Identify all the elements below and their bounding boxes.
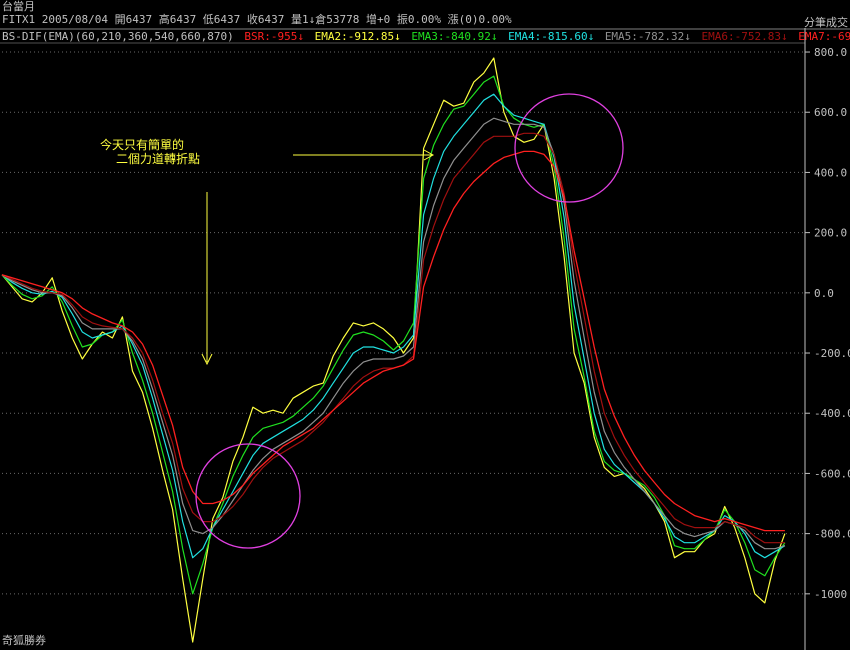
annotation-text: 今天只有簡單的 — [100, 137, 184, 152]
window-title: 台當月 — [2, 0, 35, 13]
brand-footer: 奇狐勝券 — [2, 634, 46, 647]
y-tick-label: -800.0 — [814, 528, 850, 541]
legend-ema7: EMA7:-693.34↓ — [798, 30, 850, 43]
y-tick-label: 400.0 — [814, 166, 847, 179]
turning-point-circle — [195, 443, 301, 549]
legend-ema4: EMA4:-815.60↓ — [508, 30, 595, 43]
ema5-line — [1, 117, 786, 550]
y-tick-label: -200.0 — [814, 347, 850, 360]
y-tick-label: -400.0 — [814, 407, 850, 420]
tick-detail-label[interactable]: 分筆成交 — [804, 14, 848, 30]
y-tick-label: 0.0 — [814, 287, 834, 300]
legend-ema3: EMA3:-840.92↓ — [411, 30, 498, 43]
turning-point-circle — [514, 93, 624, 203]
y-tick-label: -1000 — [814, 588, 847, 601]
legend-bsr: BSR:-955↓ — [244, 30, 305, 43]
y-tick-label: 600.0 — [814, 106, 847, 119]
y-tick-label: -600.0 — [814, 467, 850, 480]
indicator-name: BS-DIF(EMA)(60,210,360,540,660,870) — [2, 30, 234, 43]
legend-ema2: EMA2:-912.85↓ — [314, 30, 401, 43]
y-tick-label: 800.0 — [814, 46, 847, 59]
quote-summary: FITX1 2005/08/04 開6437 高6437 低6437 收6437… — [2, 13, 512, 26]
legend-ema6: EMA6:-752.83↓ — [701, 30, 788, 43]
indicator-legend: BS-DIF(EMA)(60,210,360,540,660,870) BSR:… — [2, 31, 850, 43]
y-tick-label: 200.0 — [814, 227, 847, 240]
legend-ema5: EMA5:-782.32↓ — [604, 30, 691, 43]
annotation-text: 二個力道轉折點 — [116, 151, 200, 166]
bsr-line — [1, 150, 785, 532]
indicator-chart[interactable]: 800.0 600.0 400.0 200.0 0.0 -200.0 -400.0 -600.… — [0, 0, 850, 650]
